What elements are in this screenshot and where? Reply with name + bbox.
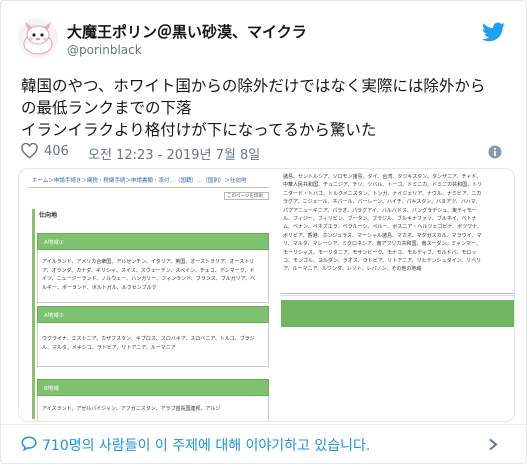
like-count[interactable]: 406 (44, 144, 69, 159)
info-icon[interactable] (488, 145, 502, 159)
conversation-footer[interactable]: 710명의 사람들이 이 주제에 대해 이야기하고 있습니다. (1, 425, 527, 463)
screenshot-group-body: ウクライナ、エストニア、カザフスタン、キプロス、スロバキア、スロベニア、トルコ、… (42, 336, 255, 351)
screenshot-print-label: このページを印刷 (224, 192, 269, 200)
screenshot-divider (281, 295, 514, 296)
screenshot-group-title: B地域 (44, 386, 59, 392)
tweet-meta: 406 오전 12:23 - 2019년 7월 8일 (21, 142, 511, 163)
screenshot-right-panel: 諸島、セントルシア、ソロモン諸島、タイ、台湾、タジキスタン、タンザニア、チャド、… (281, 169, 514, 421)
tweet-text-line: 韓国のやつ、ホワイト国からの除外だけではなく実際には除外から (21, 77, 486, 95)
screenshot-divider (281, 293, 514, 294)
twitter-bird-icon[interactable] (482, 22, 505, 42)
screenshot-side-bar (32, 209, 35, 419)
user-handle[interactable]: @porinblack (67, 43, 142, 57)
display-name[interactable]: 大魔王ポリン＠黒い砂漠、マイクラ (67, 21, 307, 42)
screenshot-divider (29, 187, 269, 188)
screenshot-group-title: A地域① (44, 240, 64, 246)
avatar-image (18, 18, 58, 58)
conversation-link[interactable]: 710명의 사람들이 이 주제에 대해 이야기하고 있습니다. (42, 435, 370, 455)
attached-image[interactable]: ホーム＞申請手続き＞関税・税関手続＞申請書類・添付…（国籍）…（国別）＞仕向地 … (18, 168, 515, 422)
screenshot-group-title: A地域② (44, 313, 64, 319)
screenshot-group-body: アイスランド、アゼルバイジャン、アフガニスタン、アラブ首長国連邦、アルジ (42, 406, 221, 412)
screenshot-group-header: A地域② (37, 306, 269, 323)
screenshot-section-title: 仕向地 (39, 212, 58, 219)
avatar[interactable] (18, 18, 58, 58)
screenshot-left-panel: ホーム＞申請手続き＞関税・税関手続＞申請書類・添付…（国籍）…（国別）＞仕向地 … (26, 169, 271, 421)
tweet-text-line: の最低ランクまでの下落 (21, 99, 192, 117)
screenshot-green-band (281, 300, 514, 327)
screenshot-country-list: 諸島、セントルシア、ソロモン諸島、タイ、台湾、タジキスタン、タンザニア、チャド、… (283, 174, 483, 273)
screenshot-breadcrumb: ホーム＞申請手続き＞関税・税関手続＞申請書類・添付…（国籍）…（国別）＞仕向地 (32, 178, 247, 184)
speech-bubble-icon (21, 436, 37, 451)
tweet-text-line: イランイラクより格付けが下になってるから驚いた (21, 121, 377, 139)
tweet-card: 大魔王ポリン＠黒い砂漠、マイクラ @porinblack 韓国のやつ、ホワイト国… (0, 0, 527, 464)
chevron-right-icon[interactable] (488, 438, 498, 451)
tweet-text: 韓国のやつ、ホワイト国からの除外だけではなく実際には除外から の最低ランクまでの… (21, 75, 516, 141)
screenshot-group-body: アイルランド、アメリカ合衆国、アルゼンチン、イタリア、英国、オーストラリア、オー… (42, 259, 256, 291)
heart-icon[interactable] (21, 143, 38, 159)
screenshot-group-header: A地域① (37, 233, 269, 250)
timestamp[interactable]: 오전 12:23 - 2019년 7월 8일 (88, 144, 260, 163)
screenshot-group-header: B地域 (37, 379, 269, 396)
